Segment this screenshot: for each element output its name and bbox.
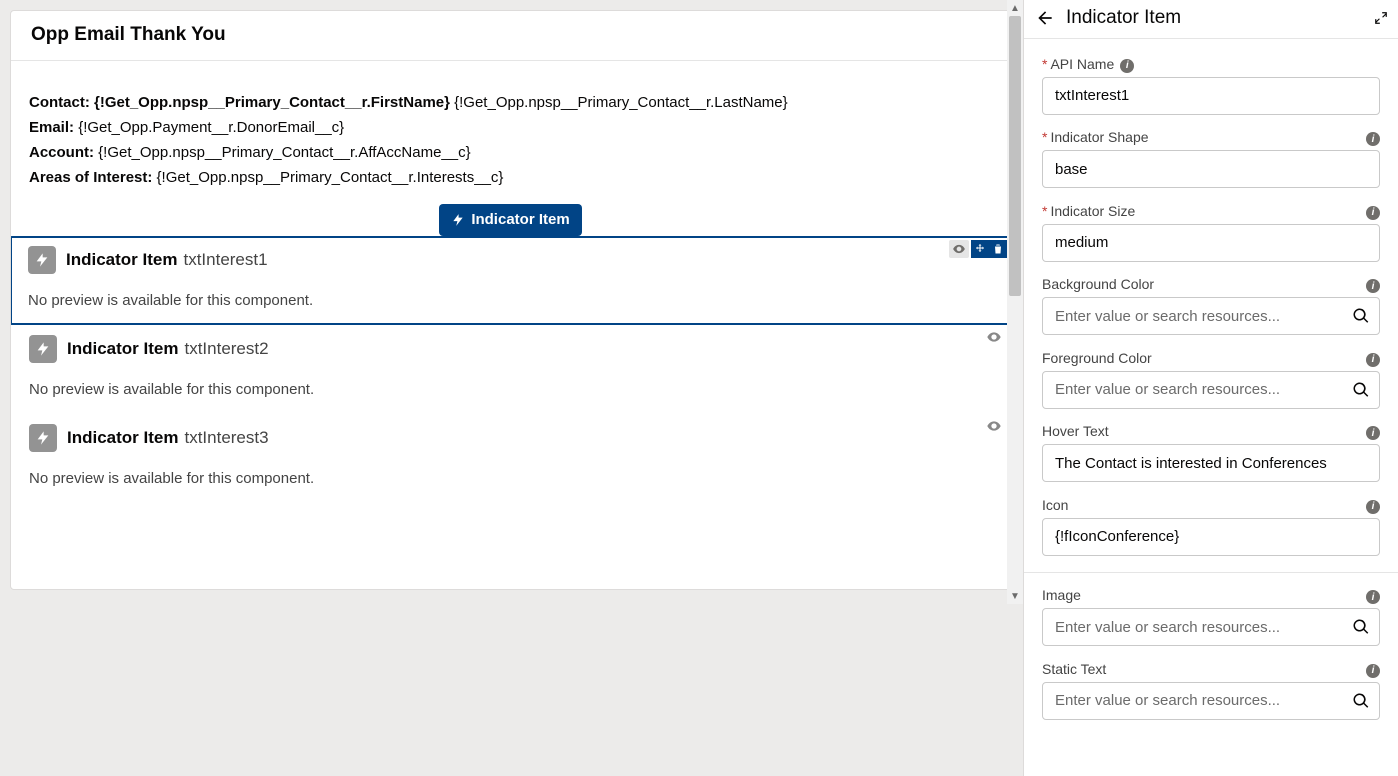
icon-input[interactable]	[1042, 518, 1380, 556]
api-name-input[interactable]	[1042, 77, 1380, 115]
indicator-item-1[interactable]: Indicator Item txtInterest1 No preview i…	[10, 236, 1011, 325]
panel-title: Indicator Item	[1066, 7, 1374, 29]
card-title: Opp Email Thank You	[31, 24, 226, 45]
card-body: Contact: {!Get_Opp.npsp__Primary_Contact…	[11, 61, 1010, 236]
scrollbar[interactable]: ▲ ▼	[1007, 0, 1023, 604]
field-foreground-color: Foreground Color i	[1042, 349, 1380, 409]
background-color-input[interactable]	[1042, 297, 1380, 335]
field-icon: Icon i	[1042, 496, 1380, 556]
required-mark: *	[1042, 56, 1047, 72]
body-row-account: Account: {!Get_Opp.npsp__Primary_Contact…	[29, 141, 992, 165]
indicator-item-3[interactable]: Indicator Item txtInterest3 No preview i…	[11, 414, 1010, 503]
visibility-icon[interactable]	[949, 240, 969, 258]
visibility-icon[interactable]	[984, 329, 1004, 345]
search-icon[interactable]	[1352, 618, 1370, 636]
required-mark: *	[1042, 129, 1047, 145]
field-indicator-size: * Indicator Size i	[1042, 202, 1380, 262]
indicator-item-2[interactable]: Indicator Item txtInterest2 No preview i…	[11, 325, 1010, 414]
indicator-message: No preview is available for this compone…	[28, 292, 993, 309]
info-icon[interactable]: i	[1366, 587, 1380, 605]
field-image: Image i	[1042, 587, 1380, 647]
hover-text-input[interactable]	[1042, 444, 1380, 482]
insert-badge[interactable]: Indicator Item	[439, 204, 581, 236]
body-row-contact: Contact: {!Get_Opp.npsp__Primary_Contact…	[29, 91, 992, 115]
search-icon[interactable]	[1352, 307, 1370, 325]
indicator-subtitle: txtInterest1	[183, 250, 267, 270]
lightning-icon	[29, 335, 57, 363]
back-button[interactable]	[1034, 7, 1056, 29]
search-icon[interactable]	[1352, 381, 1370, 399]
indicator-message: No preview is available for this compone…	[29, 381, 992, 398]
field-background-color: Background Color i	[1042, 276, 1380, 336]
body-row-email: Email: {!Get_Opp.Payment__r.DonorEmail__…	[29, 116, 992, 140]
field-hover-text: Hover Text i	[1042, 423, 1380, 483]
scroll-up-icon[interactable]: ▲	[1007, 0, 1023, 16]
indicator-message: No preview is available for this compone…	[29, 470, 992, 487]
search-icon[interactable]	[1352, 692, 1370, 710]
image-input[interactable]	[1042, 608, 1380, 646]
delete-icon[interactable]	[989, 240, 1007, 258]
visibility-icon[interactable]	[984, 418, 1004, 434]
panel-body: * API Name i * Indicator Shape i * Indic…	[1024, 39, 1398, 734]
properties-panel: Indicator Item * API Name i * Indicator …	[1023, 0, 1398, 776]
info-icon[interactable]: i	[1366, 660, 1380, 678]
indicator-tools	[949, 240, 1007, 258]
move-icon[interactable]	[971, 240, 989, 258]
info-icon[interactable]: i	[1366, 349, 1380, 367]
indicator-title: Indicator Item	[67, 428, 178, 448]
lightning-icon	[29, 424, 57, 452]
canvas-card: Opp Email Thank You Contact: {!Get_Opp.n…	[10, 10, 1011, 590]
field-indicator-shape: * Indicator Shape i	[1042, 129, 1380, 189]
required-mark: *	[1042, 203, 1047, 219]
scroll-down-icon[interactable]: ▼	[1007, 588, 1023, 604]
info-icon[interactable]: i	[1366, 129, 1380, 147]
indicator-title: Indicator Item	[66, 250, 177, 270]
card-header: Opp Email Thank You	[11, 11, 1010, 61]
panel-header: Indicator Item	[1024, 0, 1398, 39]
info-icon[interactable]: i	[1366, 276, 1380, 294]
info-icon[interactable]: i	[1120, 55, 1134, 73]
canvas-area: Opp Email Thank You Contact: {!Get_Opp.n…	[0, 0, 1023, 776]
field-api-name: * API Name i	[1042, 55, 1380, 115]
foreground-color-input[interactable]	[1042, 371, 1380, 409]
info-icon[interactable]: i	[1366, 202, 1380, 220]
expand-icon[interactable]	[1374, 11, 1388, 25]
indicator-title: Indicator Item	[67, 339, 178, 359]
indicator-subtitle: txtInterest2	[184, 339, 268, 359]
info-icon[interactable]: i	[1366, 496, 1380, 514]
static-text-input[interactable]	[1042, 682, 1380, 720]
indicator-size-input[interactable]	[1042, 224, 1380, 262]
insert-badge-row: Indicator Item	[29, 204, 992, 236]
scroll-thumb[interactable]	[1009, 16, 1021, 296]
info-icon[interactable]: i	[1366, 423, 1380, 441]
lightning-icon	[451, 213, 465, 227]
body-row-interests: Areas of Interest: {!Get_Opp.npsp__Prima…	[29, 166, 992, 190]
field-static-text: Static Text i	[1042, 660, 1380, 720]
lightning-icon	[28, 246, 56, 274]
indicator-shape-input[interactable]	[1042, 150, 1380, 188]
indicator-subtitle: txtInterest3	[184, 428, 268, 448]
